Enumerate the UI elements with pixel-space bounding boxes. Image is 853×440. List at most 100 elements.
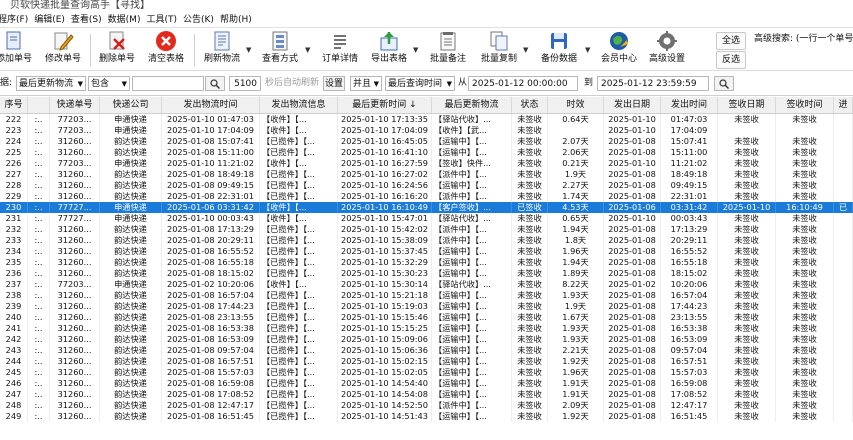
header-col-duration[interactable]: 时效 bbox=[548, 97, 604, 113]
chevron-down-icon[interactable]: ▼ bbox=[305, 46, 310, 54]
invert-select-button[interactable]: 反选 bbox=[716, 51, 746, 69]
cell-col-sign-time: 未签收 bbox=[776, 147, 834, 158]
table-row[interactable]: 244:.. 31260... 韵达快递 2025-01-08 16:57:51 【已揽… bbox=[0, 356, 853, 367]
clear-table-button[interactable]: 清空表格 bbox=[144, 30, 188, 68]
table-row[interactable]: 233:.. 31260... 韵达快递 2025-01-08 20:29:11 【已揽… bbox=[0, 235, 853, 246]
cell-col-sign-date: 未签收 bbox=[718, 213, 776, 224]
header-col-tracking-number[interactable]: 快递单号 bbox=[50, 97, 100, 113]
table-row[interactable]: 222:.. 77203... 申通快递 2025-01-10 01:47:03 【收件… bbox=[0, 114, 853, 125]
chevron-down-icon[interactable]: ▼ bbox=[523, 46, 528, 54]
refresh-interval-input[interactable]: 5100 bbox=[229, 76, 261, 91]
cell-col-seq: 229 bbox=[0, 191, 28, 202]
header-col-ship-clock[interactable]: 发出时间 bbox=[661, 97, 718, 113]
to-datetime-input[interactable]: 2025-01-12 23:59:59 bbox=[597, 76, 709, 91]
table-row[interactable]: 249:.. 31260... 韵达快递 2025-01-08 16:51:45 【已揽… bbox=[0, 411, 853, 422]
table-row[interactable]: 243:.. 31260... 韵达快递 2025-01-08 09:57:04 【已揽… bbox=[0, 345, 853, 356]
menu-view[interactable]: 查看(S) bbox=[71, 12, 108, 25]
member-center-button[interactable]: 会员中心 bbox=[597, 30, 641, 68]
filter-contains-select[interactable]: 包含 ▼ bbox=[88, 76, 130, 91]
header-col-last-update-info[interactable]: 最后更新物流 bbox=[432, 97, 512, 113]
header-col-last-update-time[interactable]: 最后更新时间 ↓ bbox=[338, 97, 432, 113]
cell-col-tracking-number: 31260... bbox=[50, 378, 100, 389]
cell-col-last-update-info: 【客户签收】... bbox=[432, 202, 512, 213]
menu-tools[interactable]: 工具(T) bbox=[146, 12, 183, 25]
table-row[interactable]: 238:.. 31260... 韵达快递 2025-01-08 16:57:04 【已揽… bbox=[0, 290, 853, 301]
table-row[interactable]: 242:.. 31260... 韵达快递 2025-01-08 16:53:09 【已揽… bbox=[0, 334, 853, 345]
header-col-courier[interactable]: 快递公司 bbox=[100, 97, 162, 113]
table-row[interactable]: 227:.. 31260... 韵达快递 2025-01-08 18:49:18 【已揽… bbox=[0, 169, 853, 180]
chevron-down-icon[interactable]: ▼ bbox=[246, 46, 251, 54]
shipment-table[interactable]: 序号 快递单号 快递公司 发出物流时间 发出物流信息 最后更新时间 ↓ 最后更新物流 状态 时效… bbox=[0, 97, 853, 440]
table-row[interactable]: 236:.. 31260... 韵达快递 2025-01-08 18:15:02 【已揽… bbox=[0, 268, 853, 279]
table-row[interactable]: 237:.. 77203... 申通快递 2025-01-02 10:20:06 【收件… bbox=[0, 279, 853, 290]
cell-col-ship-date: 2025-01-10 bbox=[604, 114, 661, 125]
header-col-check[interactable] bbox=[28, 97, 50, 113]
table-row[interactable]: 226:.. 77203... 申通快递 2025-01-10 11:21:02 【收件… bbox=[0, 158, 853, 169]
refresh-logistics-button[interactable]: 刷新物流 bbox=[200, 30, 244, 68]
search-input[interactable] bbox=[132, 76, 204, 91]
backup-data-button[interactable]: 备份数据 bbox=[536, 30, 582, 68]
table-row[interactable]: 225:.. 31260... 韵达快递 2025-01-08 15:11:00 【已揽… bbox=[0, 147, 853, 158]
table-row[interactable]: 232:.. 31260... 韵达快递 2025-01-08 17:13:29 【已揽… bbox=[0, 224, 853, 235]
table-row[interactable]: 224:.. 31260... 韵达快递 2025-01-08 15:07:41 【已揽… bbox=[0, 136, 853, 147]
select-all-button[interactable]: 全选 bbox=[716, 32, 746, 50]
table-row[interactable]: 229:.. 31260... 韵达快递 2025-01-08 22:31:01 【已揽… bbox=[0, 191, 853, 202]
table-row[interactable]: 247:.. 31260... 韵达快递 2025-01-08 17:08:52 【已揽… bbox=[0, 389, 853, 400]
cell-col-ship-time: 2025-01-08 12:47:17 bbox=[162, 400, 260, 411]
order-detail-button[interactable]: 订单详情 bbox=[318, 30, 362, 68]
table-row[interactable]: 240:.. 31260... 韵达快递 2025-01-08 23:13:55 【已揽… bbox=[0, 312, 853, 323]
batch-copy-button[interactable]: 批量复制 bbox=[477, 30, 521, 68]
filter-field-select[interactable]: 最后更新物流 ▼ bbox=[16, 76, 86, 91]
header-col-extra[interactable]: 进 bbox=[834, 97, 853, 113]
table-row[interactable]: 234:.. 31260... 韵达快递 2025-01-08 16:55:52 【已揽… bbox=[0, 246, 853, 257]
cell-col-check: :.. bbox=[28, 114, 50, 125]
delete-number-button[interactable]: 删除单号 bbox=[96, 30, 138, 68]
menu-edit[interactable]: 编辑(E) bbox=[34, 12, 71, 25]
cell-col-courier: 韵达快递 bbox=[100, 301, 162, 312]
menu-notice[interactable]: 公告(K) bbox=[183, 12, 220, 25]
from-datetime-input[interactable]: 2025-01-12 00:00:00 bbox=[468, 76, 578, 91]
table-row[interactable]: 235:.. 31260... 韵达快递 2025-01-08 16:55:18 【已揽… bbox=[0, 257, 853, 268]
table-row[interactable]: 228:.. 31260... 韵达快递 2025-01-08 09:49:15 【已揽… bbox=[0, 180, 853, 191]
cell-col-ship-clock: 16:57:51 bbox=[661, 356, 718, 367]
header-col-seq[interactable]: 序号 bbox=[0, 97, 28, 113]
cell-col-ship-date: 2025-01-08 bbox=[604, 180, 661, 191]
batch-note-button[interactable]: 批量备注 bbox=[426, 30, 470, 68]
header-col-status[interactable]: 状态 bbox=[512, 97, 548, 113]
table-row[interactable]: 230:.. 77727... 申通快递 2025-01-06 03:31:42 【收件… bbox=[0, 202, 853, 213]
cell-col-last-update-info: 【运输中】【... bbox=[432, 345, 512, 356]
table-row[interactable]: 245:.. 31260... 韵达快递 2025-01-08 15:57:03 【已揽… bbox=[0, 367, 853, 378]
table-row[interactable]: 241:.. 31260... 韵达快递 2025-01-08 16:53:38 【已揽… bbox=[0, 323, 853, 334]
header-col-ship-time[interactable]: 发出物流时间 bbox=[162, 97, 260, 113]
date-search-button[interactable] bbox=[714, 76, 734, 91]
cell-col-duration: 8.22天 bbox=[548, 279, 604, 290]
search-button[interactable] bbox=[205, 76, 225, 91]
cell-col-ship-clock: 18:49:18 bbox=[661, 169, 718, 180]
header-col-sign-date[interactable]: 签收日期 bbox=[718, 97, 776, 113]
logic-select[interactable]: 并且 ▼ bbox=[350, 76, 382, 91]
chevron-down-icon[interactable]: ▼ bbox=[585, 46, 590, 54]
header-col-ship-date[interactable]: 发出日期 bbox=[604, 97, 661, 113]
table-row[interactable]: 246:.. 31260... 韵达快递 2025-01-08 16:59:08 【已揽… bbox=[0, 378, 853, 389]
cell-col-ship-date: 2025-01-10 bbox=[604, 213, 661, 224]
menu-program[interactable]: 程序(F) bbox=[0, 12, 34, 25]
header-col-sign-time[interactable]: 签收时间 bbox=[776, 97, 834, 113]
table-row[interactable]: 239:.. 31260... 韵达快递 2025-01-08 17:44:23 【已揽… bbox=[0, 301, 853, 312]
add-number-button[interactable]: 添加单号 bbox=[0, 30, 34, 68]
header-col-ship-info[interactable]: 发出物流信息 bbox=[260, 97, 338, 113]
time-field-select[interactable]: 最后查询时间 ▼ bbox=[385, 76, 455, 91]
chevron-down-icon[interactable]: ▼ bbox=[413, 46, 418, 54]
cell-col-ship-date: 2025-01-08 bbox=[604, 323, 661, 334]
edit-number-button[interactable]: 修改单号 bbox=[42, 30, 84, 68]
export-table-button[interactable]: 导出表格 bbox=[367, 30, 411, 68]
settings-button[interactable]: 设置 bbox=[323, 76, 345, 91]
menu-help[interactable]: 帮助(H) bbox=[220, 12, 258, 25]
view-mode-button[interactable]: 查看方式 bbox=[258, 30, 302, 68]
table-row[interactable]: 231:.. 77727... 申通快递 2025-01-10 00:03:43 【收件… bbox=[0, 213, 853, 224]
table-row[interactable]: 248:.. 31260... 韵达快递 2025-01-08 12:47:17 【已揽… bbox=[0, 400, 853, 411]
table-row[interactable]: 223:.. 77203... 申通快递 2025-01-10 17:04:09 【收件… bbox=[0, 125, 853, 136]
advanced-settings-button[interactable]: 高级设置 bbox=[644, 30, 690, 68]
cell-col-last-update-time: 2025-01-10 15:21:18 bbox=[338, 290, 432, 301]
cell-col-extra bbox=[834, 334, 853, 345]
menu-data[interactable]: 数据(M) bbox=[108, 12, 147, 25]
